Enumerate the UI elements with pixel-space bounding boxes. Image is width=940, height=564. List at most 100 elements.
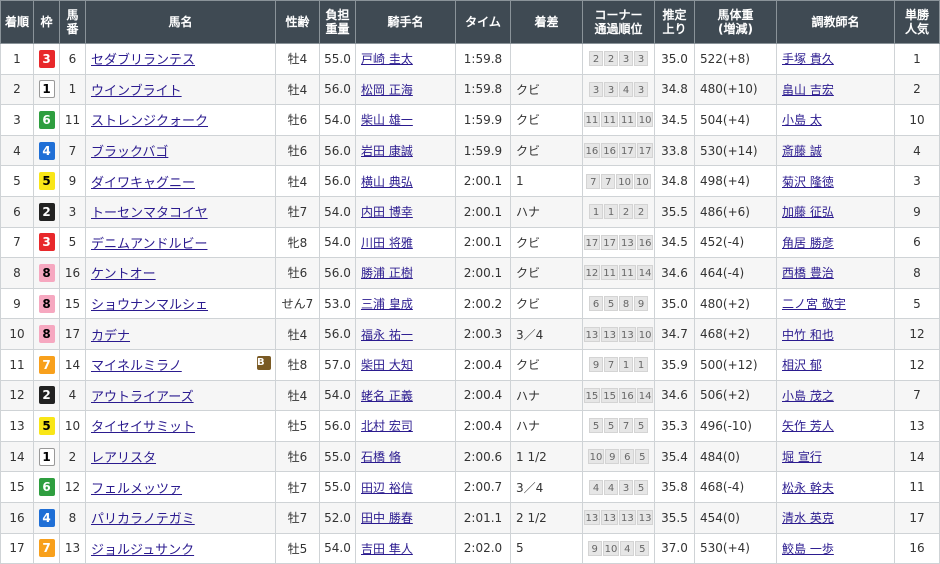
- corner-position: 7: [604, 357, 618, 373]
- header-margin: 着差: [510, 0, 583, 44]
- bodyweight-cell: 452(-4): [694, 226, 777, 259]
- horse-name-link[interactable]: フェルメッツァ: [91, 482, 182, 497]
- corner-position: 5: [634, 418, 648, 434]
- jockey-cell: 福永 祐一: [355, 318, 456, 350]
- jockey-link[interactable]: 三浦 皇成: [361, 297, 413, 311]
- jockey-link[interactable]: 内田 博幸: [361, 205, 413, 219]
- corner-position: 9: [605, 449, 620, 465]
- horse-name-link[interactable]: カデナ: [91, 329, 130, 344]
- jockey-link[interactable]: 蛯名 正義: [361, 389, 413, 403]
- trainer-link[interactable]: 小島 茂之: [782, 389, 834, 403]
- waku-cell: 5: [33, 410, 60, 442]
- corner-position: 3: [634, 51, 648, 67]
- horse-name-link[interactable]: ストレンジクォーク: [91, 114, 208, 129]
- margin: クビ: [510, 348, 583, 381]
- horse-name-link[interactable]: ダイワキャグニー: [91, 176, 195, 191]
- horse-name-cell: デニムアンドルビー: [85, 226, 276, 259]
- horse-name-link[interactable]: ジョルジュサンク: [91, 543, 194, 558]
- jockey-link[interactable]: 田中 勝春: [361, 511, 413, 525]
- jockey-link[interactable]: 松岡 正海: [361, 83, 413, 97]
- corner-position: 5: [604, 296, 618, 312]
- last3f: 35.8: [654, 471, 695, 503]
- trainer-link[interactable]: 加藤 征弘: [782, 205, 834, 219]
- jockey-link[interactable]: 吉田 隼人: [361, 542, 413, 556]
- bodyweight-diff: (0): [722, 449, 740, 464]
- trainer-link[interactable]: 西橋 豊治: [782, 266, 834, 280]
- horse-name-link[interactable]: パリカラノテガミ: [91, 512, 195, 527]
- race-time: 2:00.4: [455, 348, 511, 381]
- popularity: 2: [894, 73, 940, 106]
- waku-cell: 1: [33, 440, 60, 473]
- margin: 2 1/2: [510, 501, 583, 534]
- horse-name-link[interactable]: レアリスタ: [91, 451, 156, 466]
- corner-position: 6: [620, 449, 635, 465]
- jockey-link[interactable]: 戸崎 圭太: [361, 52, 413, 66]
- jockey-link[interactable]: 横山 典弘: [361, 175, 413, 189]
- jockey-link[interactable]: 岩田 康誠: [361, 144, 413, 158]
- trainer-link[interactable]: 相沢 郁: [782, 358, 822, 372]
- race-time: 1:59.8: [455, 73, 511, 106]
- trainer-link[interactable]: 松永 幹夫: [782, 481, 834, 495]
- header-bodyweight: 馬体重 (増減): [694, 0, 777, 44]
- trainer-link[interactable]: 斎藤 誠: [782, 144, 822, 158]
- trainer-link[interactable]: 矢作 芳人: [782, 419, 834, 433]
- popularity: 5: [894, 287, 940, 320]
- carried-weight: 54.0: [319, 104, 356, 136]
- horse-name-link[interactable]: デニムアンドルビー: [91, 237, 207, 252]
- waku-cell: 6: [33, 104, 60, 136]
- trainer-link[interactable]: 清水 英克: [782, 511, 834, 525]
- corner-position: 4: [620, 540, 635, 556]
- horse-name-cell: ショウナンマルシェ: [85, 287, 276, 320]
- last3f: 35.0: [654, 287, 695, 320]
- carried-weight: 53.0: [319, 287, 356, 320]
- horse-name-link[interactable]: ウインブライト: [91, 84, 182, 99]
- header-jockey: 騎手名: [355, 0, 456, 44]
- horse-name-cell: ジョルジュサンク: [85, 532, 276, 564]
- table-row: 11 7 14 マイネルミラノ B 牡8 57.0 柴田 大知 2:00.4 クビ 9 7 1 1 35.9…: [0, 348, 940, 381]
- corner-position: 10: [636, 112, 654, 128]
- jockey-link[interactable]: 北村 宏司: [361, 419, 413, 433]
- rank: 16: [0, 501, 34, 534]
- jockey-link[interactable]: 石橋 脩: [361, 450, 401, 464]
- jockey-cell: 北村 宏司: [355, 410, 456, 442]
- bodyweight-diff: (+2): [722, 296, 750, 311]
- header-weight: 負担 重量: [319, 0, 356, 44]
- bodyweight: 468: [700, 327, 723, 342]
- trainer-link[interactable]: 小島 太: [782, 113, 822, 127]
- popularity: 12: [894, 318, 940, 350]
- bodyweight: 480: [700, 82, 723, 97]
- trainer-link[interactable]: 角居 勝彦: [782, 236, 834, 250]
- horse-name-link[interactable]: マイネルミラノ: [91, 359, 182, 374]
- jockey-cell: 岩田 康誠: [355, 134, 456, 167]
- horse-name-link[interactable]: ショウナンマルシェ: [91, 298, 208, 313]
- last3f: 35.5: [654, 195, 695, 228]
- horse-name-link[interactable]: アウトライアーズ: [91, 390, 194, 405]
- horse-name-link[interactable]: トーセンマタコイヤ: [91, 206, 208, 221]
- bodyweight-diff: (+10): [722, 82, 758, 97]
- trainer-link[interactable]: 堀 宣行: [782, 450, 822, 464]
- rank: 13: [0, 410, 34, 442]
- horse-name-link[interactable]: ケントオー: [91, 267, 156, 282]
- table-row: 3 6 11 ストレンジクォーク 牡6 54.0 柴山 雄一 1:59.9 クビ 11 11 11 10…: [0, 104, 940, 136]
- umaban: 8: [59, 501, 86, 534]
- jockey-link[interactable]: 川田 将雅: [361, 236, 413, 250]
- trainer-link[interactable]: 二ノ宮 敬宇: [782, 297, 846, 311]
- jockey-link[interactable]: 柴山 雄一: [361, 113, 413, 127]
- jockey-cell: 田辺 裕信: [355, 471, 456, 503]
- trainer-link[interactable]: 菊沢 隆徳: [782, 175, 834, 189]
- jockey-link[interactable]: 福永 祐一: [361, 328, 413, 342]
- horse-name-link[interactable]: セダブリランテス: [91, 53, 195, 68]
- trainer-link[interactable]: 手塚 貴久: [782, 52, 834, 66]
- jockey-link[interactable]: 柴田 大知: [361, 358, 413, 372]
- horse-name-link[interactable]: タイセイサミット: [91, 420, 195, 435]
- table-row: 14 1 2 レアリスタ 牡6 55.0 石橋 脩 2:00.6 1 1/2 10 9 6 5 35.4 4…: [0, 440, 940, 473]
- trainer-link[interactable]: 畠山 吉宏: [782, 83, 834, 97]
- horse-name-link[interactable]: ブラックバゴ: [91, 145, 168, 160]
- jockey-link[interactable]: 勝浦 正樹: [361, 266, 413, 280]
- trainer-link[interactable]: 中竹 和也: [782, 328, 834, 342]
- margin: 5: [510, 532, 583, 564]
- corner-position: 16: [619, 387, 636, 403]
- last3f: 35.9: [654, 348, 695, 381]
- trainer-link[interactable]: 鮫島 一歩: [782, 542, 834, 556]
- jockey-link[interactable]: 田辺 裕信: [361, 481, 413, 495]
